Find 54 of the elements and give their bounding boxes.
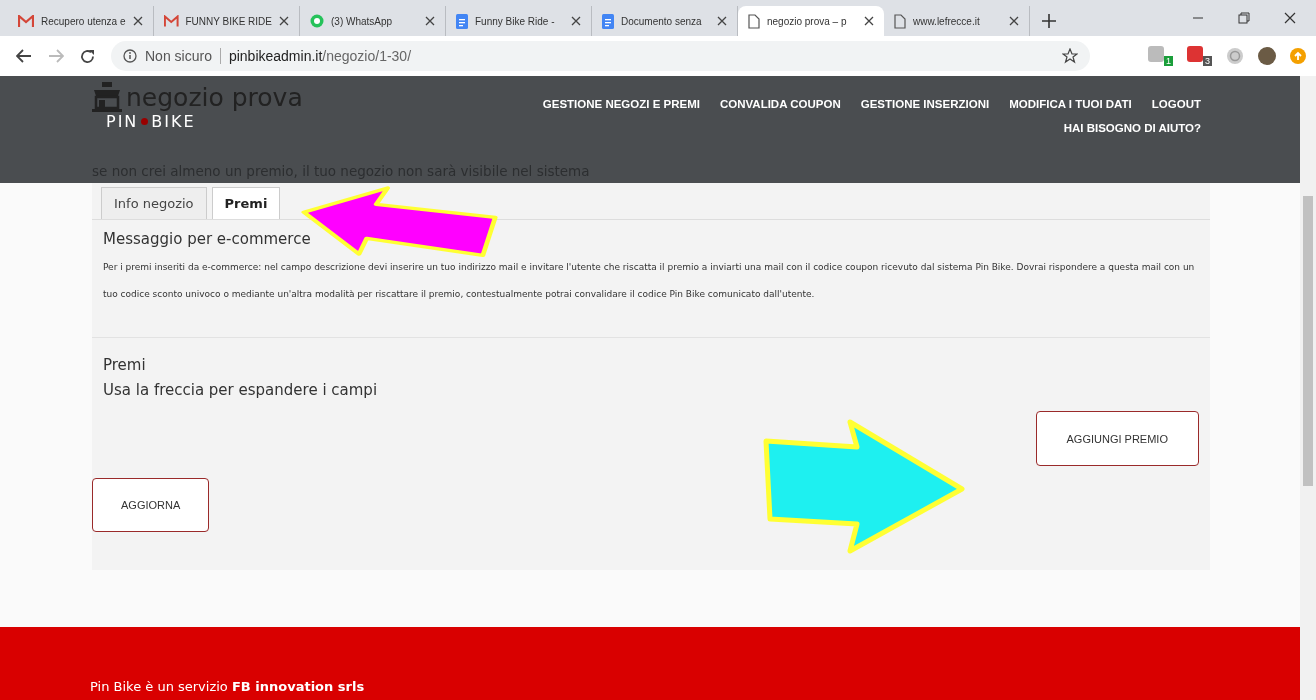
avatar[interactable] bbox=[1258, 47, 1276, 65]
tab[interactable]: Info negozio bbox=[101, 187, 207, 219]
extension-badge: 1 bbox=[1163, 56, 1173, 66]
nav-link[interactable]: LOGOUT bbox=[1151, 98, 1201, 110]
tab-title: Recupero utenza e bbox=[41, 15, 126, 27]
page-icon bbox=[894, 13, 906, 29]
mail-icon bbox=[164, 15, 179, 27]
footer-text: Pin Bike è un servizio FB innovation srls bbox=[90, 679, 365, 694]
update-button[interactable]: AGGIORNA bbox=[92, 478, 210, 532]
tab-title: negozio prova – p bbox=[767, 15, 847, 27]
star-icon[interactable] bbox=[1062, 48, 1078, 64]
nav-link[interactable]: GESTIONE NEGOZI E PREMI bbox=[542, 98, 700, 110]
close-icon[interactable] bbox=[425, 16, 435, 26]
tab-title: FUNNY BIKE RIDE bbox=[185, 15, 272, 27]
ecommerce-text: Per i premi inseriti da e-commerce: nel campo descrizione devi inserire un tuo indirizzo mail e invitare l'utente che riscatta il premio a inviarti una mail con il codice coupon ricevuto dal sistema Pin Bike. Dovrai rispondere a questa mail con un tuo codice sconto univoco o mediante un'altra modalità per riscattare il premio, contestualmente potrai convalidare il codice Pin Bike comunicato dall'utente. bbox=[103, 261, 1196, 301]
tab-title: (3) WhatsApp bbox=[331, 15, 393, 27]
sync-icon[interactable] bbox=[1226, 47, 1244, 65]
hint-text: Usa la freccia per espandere i campi bbox=[103, 381, 379, 399]
address-bar[interactable]: Non sicuro pinbikeadmin.it/negozio/1-30/ bbox=[111, 41, 1090, 71]
nav-link[interactable]: GESTIONE INSERZIONI bbox=[860, 98, 990, 110]
close-icon[interactable] bbox=[864, 16, 874, 26]
tab-title: www.lefrecce.it bbox=[913, 15, 980, 27]
restore-icon[interactable] bbox=[1238, 12, 1250, 24]
close-icon[interactable] bbox=[1284, 12, 1296, 24]
help-link[interactable]: HAI BISOGNO DI AIUTO? bbox=[1063, 122, 1201, 134]
section-title: Messaggio per e-commerce bbox=[103, 230, 312, 248]
shop-icon bbox=[92, 82, 122, 112]
close-icon[interactable] bbox=[1009, 16, 1019, 26]
reload-icon[interactable] bbox=[80, 48, 95, 64]
back-icon[interactable] bbox=[16, 49, 32, 63]
page-icon bbox=[748, 13, 760, 29]
close-icon[interactable] bbox=[571, 16, 581, 26]
close-icon[interactable] bbox=[717, 16, 727, 26]
brand-logo: PIN BIKE bbox=[105, 112, 197, 131]
scrollbar[interactable] bbox=[1300, 76, 1316, 700]
extension-badge: 3 bbox=[1203, 56, 1212, 66]
document-icon bbox=[602, 13, 614, 29]
close-icon[interactable] bbox=[133, 16, 143, 26]
url-text: pinbikeadmin.it/negozio/1-30/ bbox=[228, 48, 412, 64]
security-label: Non sicuro bbox=[145, 48, 221, 64]
nav-link[interactable]: MODIFICA I TUOI DATI bbox=[1009, 98, 1132, 110]
info-icon bbox=[123, 49, 137, 63]
tab-title: Documento senza bbox=[621, 15, 702, 27]
new-tab-icon[interactable] bbox=[1042, 14, 1056, 28]
close-icon[interactable] bbox=[279, 16, 289, 26]
nav-link[interactable]: CONVALIDA COUPON bbox=[719, 98, 841, 110]
mail-icon bbox=[18, 15, 34, 27]
chat-icon bbox=[310, 14, 324, 28]
document-icon bbox=[456, 13, 468, 29]
tab-title: Funny Bike Ride - bbox=[475, 15, 555, 27]
section-title: Premi bbox=[103, 356, 147, 374]
tab[interactable]: Premi bbox=[211, 187, 281, 219]
browser-tab[interactable]: negozio prova – p bbox=[738, 6, 884, 36]
add-prize-button[interactable]: AGGIUNGI PREMIO bbox=[1035, 411, 1199, 466]
